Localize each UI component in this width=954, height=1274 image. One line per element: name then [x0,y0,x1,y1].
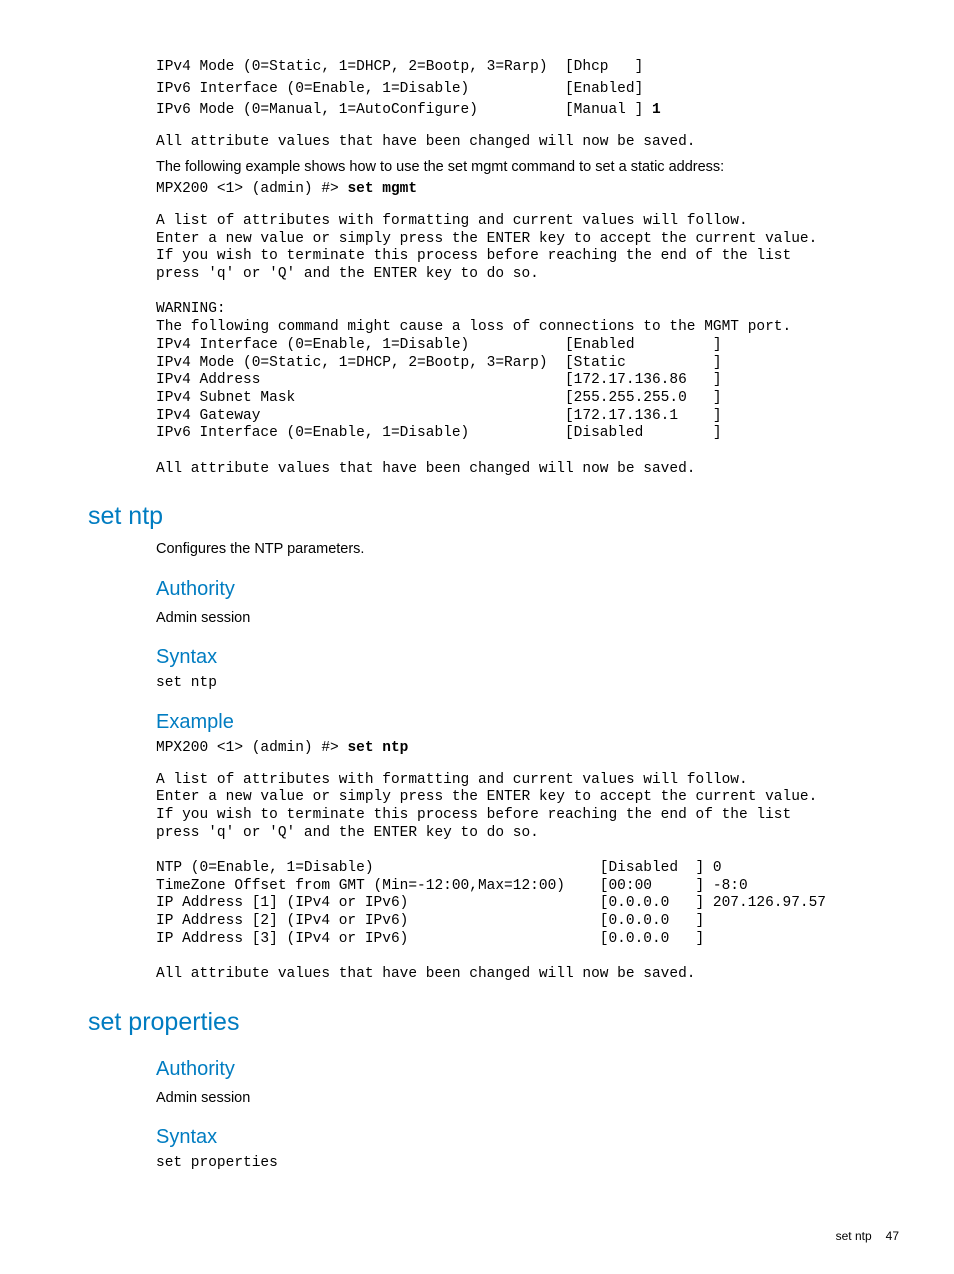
paragraph: Admin session [156,609,899,629]
paragraph: Admin session [156,1089,899,1109]
subheading-authority: Authority [156,576,899,603]
heading-set-properties: set properties [88,1006,899,1040]
subheading-syntax: Syntax [156,644,899,671]
subheading-authority: Authority [156,1056,899,1083]
page-footer: set ntp 47 [88,1228,899,1244]
code-line: MPX200 <1> (admin) #> set ntp [156,740,899,758]
code-line: set properties [156,1155,899,1173]
code-line: MPX200 <1> (admin) #> set mgmt [156,181,899,199]
footer-section: set ntp [836,1229,872,1243]
code-block: A list of attributes with formatting and… [156,772,899,984]
code-line: set ntp [156,675,899,693]
code-line: All attribute values that have been chan… [156,134,899,152]
code-line: IPv6 Mode (0=Manual, 1=AutoConfigure) [M… [156,102,899,120]
paragraph: Configures the NTP parameters. [156,540,899,560]
paragraph: The following example shows how to use t… [156,158,899,178]
code-line: IPv6 Interface (0=Enable, 1=Disable) [En… [156,81,899,99]
code-line: IPv4 Mode (0=Static, 1=DHCP, 2=Bootp, 3=… [156,59,899,77]
subheading-syntax: Syntax [156,1124,899,1151]
subheading-example: Example [156,709,899,736]
footer-page-number: 47 [886,1229,899,1243]
code-block: A list of attributes with formatting and… [156,213,899,478]
heading-set-ntp: set ntp [88,500,899,534]
